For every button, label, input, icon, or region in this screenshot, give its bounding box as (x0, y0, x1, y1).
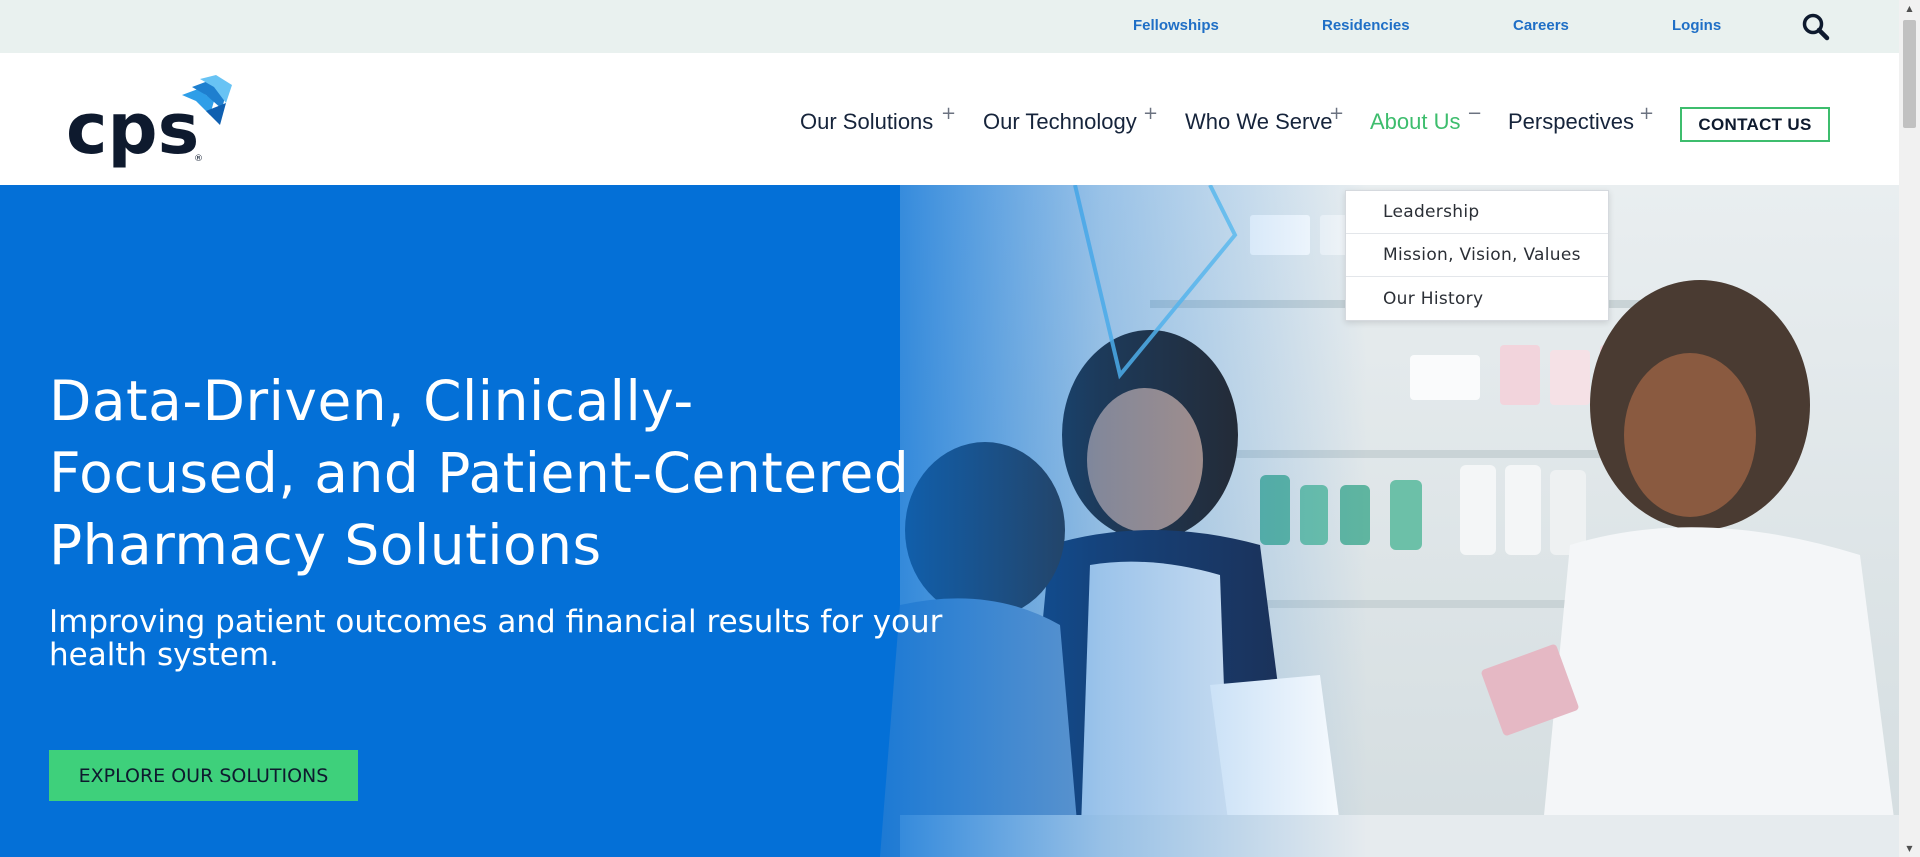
dropdown-item-leadership[interactable]: Leadership (1346, 191, 1608, 234)
contact-us-button[interactable]: CONTACT US (1680, 107, 1830, 142)
logo-registered-mark: ® (194, 154, 203, 164)
hero-heading: Data-Driven, Clinically- Focused, and Pa… (49, 365, 949, 581)
scroll-thumb[interactable] (1903, 20, 1916, 128)
nav-perspectives-plus-icon[interactable]: + (1639, 103, 1654, 124)
hero-subheading: Improving patient outcomes and financial… (49, 604, 943, 673)
hero-heading-line-1: Data-Driven, Clinically- (49, 369, 694, 433)
hero-banner: Data-Driven, Clinically- Focused, and Pa… (0, 185, 1899, 857)
nav-who-we-serve-plus-icon[interactable]: + (1329, 103, 1344, 124)
logo-text: cps (66, 88, 199, 168)
dropdown-item-our-history[interactable]: Our History (1346, 277, 1608, 320)
utility-link-residencies[interactable]: Residencies (1322, 17, 1410, 34)
scroll-down-arrow-icon[interactable]: ▼ (1899, 840, 1920, 857)
nav-perspectives[interactable]: Perspectives (1508, 109, 1634, 135)
nav-about-us[interactable]: About Us (1370, 109, 1461, 135)
utility-bar: Fellowships Residencies Careers Logins (0, 0, 1899, 53)
utility-link-careers[interactable]: Careers (1513, 17, 1569, 34)
nav-our-technology-plus-icon[interactable]: + (1143, 103, 1158, 124)
hero-heading-line-3: Pharmacy Solutions (49, 513, 602, 577)
nav-our-solutions[interactable]: Our Solutions (800, 109, 933, 135)
utility-link-logins[interactable]: Logins (1672, 17, 1721, 34)
dropdown-item-mission-vision-values[interactable]: Mission, Vision, Values (1346, 234, 1608, 277)
main-header: cps ® Our Solutions + Our Technology + W… (0, 53, 1899, 185)
about-us-dropdown: Leadership Mission, Vision, Values Our H… (1345, 190, 1609, 321)
search-icon[interactable] (1800, 12, 1832, 42)
utility-link-fellowships[interactable]: Fellowships (1133, 17, 1219, 34)
explore-solutions-button[interactable]: EXPLORE OUR SOLUTIONS (49, 750, 358, 801)
nav-who-we-serve[interactable]: Who We Serve (1185, 109, 1333, 135)
nav-our-solutions-plus-icon[interactable]: + (941, 103, 956, 124)
nav-our-technology[interactable]: Our Technology (983, 109, 1137, 135)
page-scrollbar[interactable]: ▲ ▼ (1899, 0, 1920, 857)
nav-about-us-minus-icon[interactable]: − (1467, 103, 1482, 124)
hero-heading-line-2: Focused, and Patient-Centered (49, 441, 910, 505)
scroll-up-arrow-icon[interactable]: ▲ (1899, 0, 1920, 17)
cps-logo[interactable]: cps ® (66, 73, 236, 170)
